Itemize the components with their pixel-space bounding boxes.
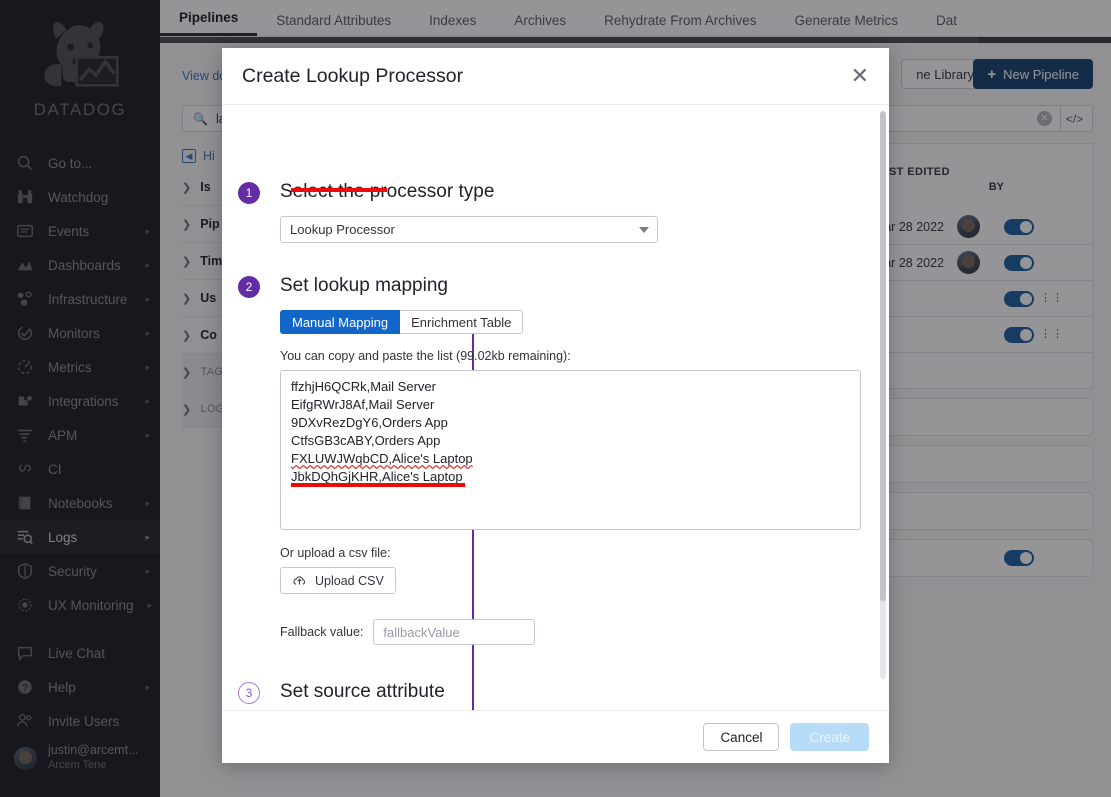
dialog-footer: Cancel Create [222,710,889,763]
fallback-value-label: Fallback value: [280,625,364,639]
mapping-line: CtfsGB3cABY,Orders App [291,433,441,449]
fallback-value-input[interactable]: fallbackValue [373,619,536,645]
dialog-title: Create Lookup Processor [242,64,464,87]
mapping-line: 9DXvRezDgY6,Orders App [291,415,448,431]
upload-csv-label-text: Upload CSV [315,573,384,588]
create-lookup-processor-dialog: Create Lookup Processor ✕ 1 Select the p… [222,48,889,763]
chevron-down-icon [639,226,649,233]
step-2: 2 Set lookup mapping Manual Mapping Enri… [222,275,881,645]
tab-enrichment-table[interactable]: Enrichment Table [400,310,524,334]
mapping-textarea[interactable]: ffzhjH6QCRk,Mail Server EifgRWrJ8Af,Mail… [280,370,861,530]
dialog-header: Create Lookup Processor ✕ [222,48,889,105]
mapping-mode-tabs: Manual Mapping Enrichment Table [280,310,881,334]
mapping-line: EifgRWrJ8Af,Mail Server [291,397,435,413]
fallback-value-row: Fallback value: fallbackValue [280,619,881,645]
cloud-upload-icon [293,576,306,585]
dialog-body: 1 Select the processor type Lookup Proce… [222,105,889,710]
upload-csv-button[interactable]: Upload CSV [280,567,396,594]
annotation-underline-processor-type [291,188,387,192]
step-list: 1 Select the processor type Lookup Proce… [222,181,881,710]
step-3: 3 Set source attribute attribute.path [222,681,881,710]
annotation-underline-mapping [291,483,465,487]
cancel-button[interactable]: Cancel [703,723,780,751]
step-3-bullet: 3 [238,682,260,704]
processor-type-select[interactable]: Lookup Processor [280,216,658,243]
paste-list-label: You can copy and paste the list (99.02kb… [280,349,571,363]
mapping-line: FXLUWJWqbCD,Alice's Laptop [291,451,473,467]
processor-type-value: Lookup Processor [290,222,395,237]
mapping-line: ffzhjH6QCRk,Mail Server [291,379,436,394]
step-1-bullet: 1 [238,182,260,204]
close-icon[interactable]: ✕ [851,65,869,87]
step-2-bullet: 2 [238,276,260,298]
step-3-title: Set source attribute [280,681,445,702]
create-button[interactable]: Create [790,723,869,751]
step-1-title: Select the processor type [280,181,495,202]
upload-csv-label: Or upload a csv file: [280,546,391,560]
step-2-title: Set lookup mapping [280,275,448,296]
tab-manual-mapping[interactable]: Manual Mapping [280,310,401,334]
